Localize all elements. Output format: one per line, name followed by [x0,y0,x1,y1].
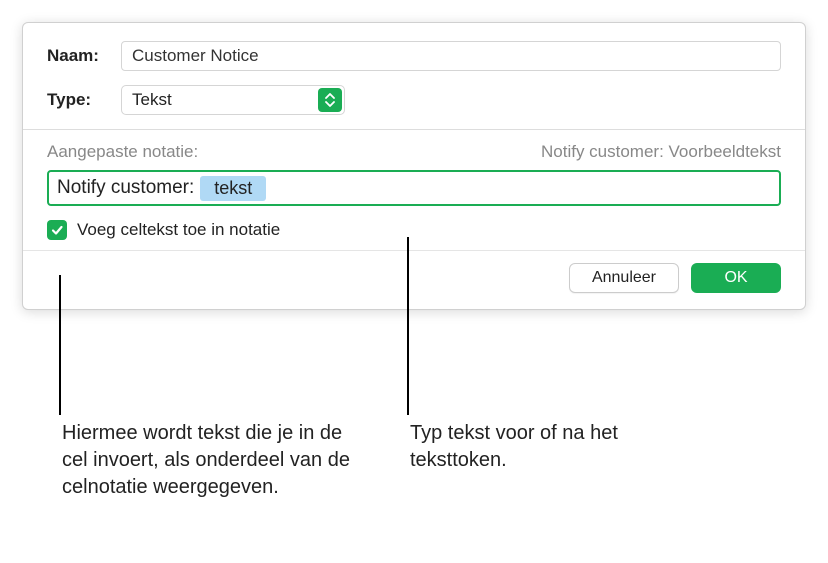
format-section: Aangepaste notatie: Notify customer: Voo… [23,130,805,250]
callout-line-left [59,275,61,415]
callout-text-left: Hiermee wordt tekst die je in de cel inv… [62,420,362,501]
cancel-button[interactable]: Annuleer [569,263,679,293]
callout-text-right: Typ tekst voor of na het teksttoken. [410,420,650,474]
type-row: Type: Tekst [47,85,781,115]
format-header: Aangepaste notatie: Notify customer: Voo… [47,142,781,162]
callout-line-right [407,237,409,415]
format-field[interactable]: Notify customer: tekst [47,170,781,206]
format-label: Aangepaste notatie: [47,142,198,162]
format-prefix: Notify customer: [57,177,194,199]
checkbox-row: Voeg celtekst toe in notatie [47,220,781,240]
dialog-top-section: Naam: Type: Tekst [23,23,805,129]
checkmark-icon [50,223,64,237]
preview-text: Notify customer: Voorbeeldtekst [541,142,781,162]
checkbox-label: Voeg celtekst toe in notatie [77,220,280,240]
text-token[interactable]: tekst [200,176,266,201]
type-value: Tekst [132,90,172,110]
naam-input[interactable] [121,41,781,71]
naam-row: Naam: [47,41,781,71]
type-label: Type: [47,90,121,110]
updown-icon [318,88,342,112]
button-row: Annuleer OK [23,250,805,309]
type-select[interactable]: Tekst [121,85,345,115]
naam-label: Naam: [47,46,121,66]
format-dialog: Naam: Type: Tekst Aangepaste notatie: No… [22,22,806,310]
ok-button[interactable]: OK [691,263,781,293]
include-celltext-checkbox[interactable] [47,220,67,240]
